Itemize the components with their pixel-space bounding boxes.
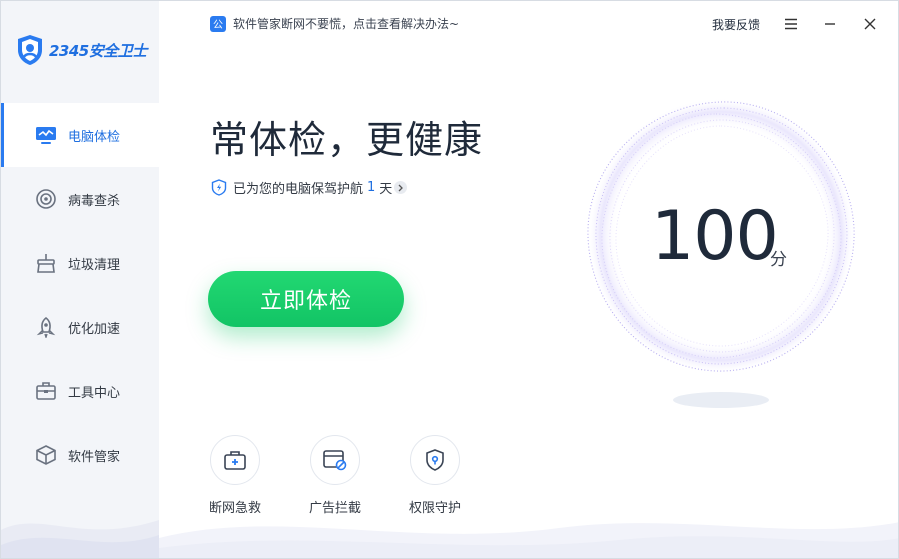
score-base-shadow (673, 392, 769, 408)
hamburger-menu-icon (785, 18, 797, 30)
bottom-wave-decoration (159, 522, 898, 558)
sidebar-item-label: 电脑体检 (68, 129, 121, 145)
minimize-icon (825, 23, 835, 25)
shield-lock-icon (426, 449, 444, 471)
target-icon (34, 187, 58, 211)
sidebar-item-pc-checkup[interactable]: 电脑体检 (1, 103, 159, 167)
sidebar-item-tool-center[interactable]: 工具中心 (1, 359, 159, 423)
first-aid-icon (224, 451, 246, 470)
app-logo: 2345安全卫士 (15, 33, 147, 67)
sidebar-item-junk-clean[interactable]: 垃圾清理 (1, 231, 159, 295)
close-icon (864, 18, 876, 30)
sidebar-item-label: 优化加速 (68, 321, 121, 337)
menu-button[interactable] (781, 13, 801, 35)
notice-bar[interactable]: 公 软件管家断网不要慌，点击查看解决办法~ (210, 15, 459, 32)
guard-suffix: 天 (379, 182, 393, 197)
chevron-right-icon (398, 184, 404, 191)
feedback-link[interactable]: 我要反馈 (712, 16, 760, 33)
tool-icon-circle (210, 435, 260, 485)
ad-block-icon (323, 450, 347, 471)
sidebar-item-virus-scan[interactable]: 病毒查杀 (1, 167, 159, 231)
toolbox-icon (34, 379, 58, 403)
minimize-button[interactable] (820, 13, 840, 35)
page-title: 常体检，更健康 (210, 118, 484, 162)
start-checkup-button[interactable]: 立即体检 (208, 271, 404, 327)
sidebar-item-label: 软件管家 (68, 449, 121, 465)
guard-days: 1 (367, 180, 376, 195)
sidebar-item-label: 病毒查杀 (68, 193, 121, 209)
notice-text[interactable]: 软件管家断网不要慌，点击查看解决办法~ (233, 15, 459, 32)
guard-prefix: 已为您的电脑保驾护航 (233, 182, 364, 197)
sidebar-wave-decoration (1, 520, 159, 558)
box-icon (34, 443, 58, 467)
sidebar-item-optimize[interactable]: 优化加速 (1, 295, 159, 359)
shield-bolt-icon (211, 179, 227, 196)
sidebar-nav: 电脑体检 病毒查杀 垃圾清理 优化加速 工具中心 软件管家 (1, 103, 159, 487)
sidebar-item-label: 工具中心 (68, 385, 121, 401)
guard-detail-arrow[interactable] (394, 181, 408, 194)
announcement-icon: 公 (210, 15, 226, 32)
monitor-icon (34, 123, 58, 147)
shield-logo-icon (18, 35, 42, 65)
health-score: 100 (651, 197, 779, 276)
close-button[interactable] (860, 13, 880, 35)
sidebar-item-software-manager[interactable]: 软件管家 (1, 423, 159, 487)
rocket-icon (34, 315, 58, 339)
brand-name: 2345安全卫士 (49, 41, 147, 60)
tool-icon-circle (410, 435, 460, 485)
broom-icon (34, 251, 58, 275)
sidebar-item-label: 垃圾清理 (68, 257, 121, 273)
sidebar: 2345安全卫士 电脑体检 病毒查杀 垃圾清理 优化加速 工具中心 软件管家 (1, 1, 159, 558)
protection-days-info: 已为您的电脑保驾护航 1 天 (211, 178, 408, 197)
tool-icon-circle (310, 435, 360, 485)
app-window: 2345安全卫士 电脑体检 病毒查杀 垃圾清理 优化加速 工具中心 软件管家 公… (0, 0, 899, 559)
score-unit: 分 (770, 250, 787, 270)
